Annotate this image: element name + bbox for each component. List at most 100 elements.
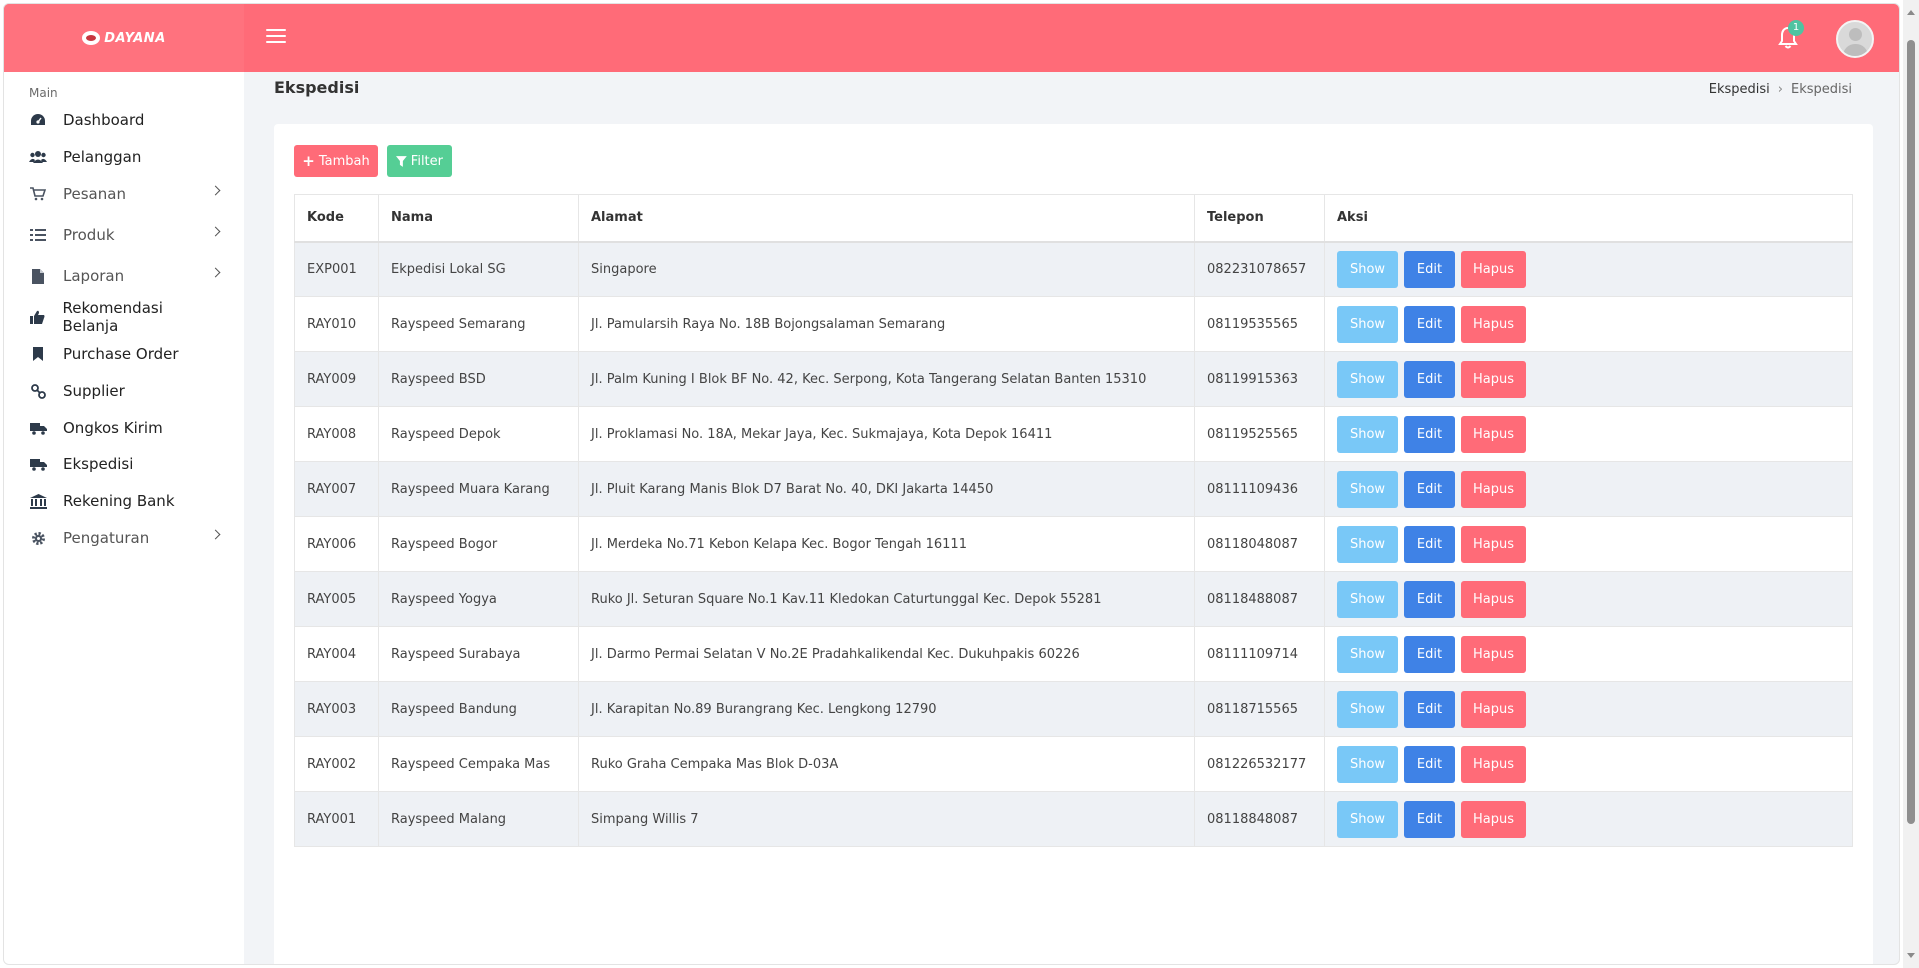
row-actions: Show Edit Hapus <box>1337 800 1840 838</box>
sidebar-item-laporan[interactable]: Laporan <box>29 262 221 290</box>
delete-button[interactable]: Hapus <box>1461 360 1526 398</box>
breadcrumb-separator-icon: › <box>1777 82 1783 97</box>
sidebar-item-ekspedisi[interactable]: Ekspedisi <box>29 450 219 478</box>
cell-alamat: Simpang Willis 7 <box>578 791 1195 847</box>
cell-alamat: Jl. Darmo Permai Selatan V No.2E Pradahk… <box>578 626 1195 682</box>
sidebar-item-supplier[interactable]: Supplier <box>29 377 219 405</box>
logo-area[interactable]: DAYANA <box>4 4 244 72</box>
edit-button[interactable]: Edit <box>1404 525 1455 563</box>
cell-telepon: 08119525565 <box>1194 406 1325 462</box>
page-scrollbar[interactable] <box>1903 0 1919 968</box>
user-avatar[interactable] <box>1836 20 1874 58</box>
sidebar: Main Dashboard Pelanggan Pesanan Produk … <box>4 72 244 964</box>
show-button[interactable]: Show <box>1337 360 1398 398</box>
chevron-right-icon <box>210 267 221 278</box>
table-row: RAY001 Rayspeed Malang Simpang Willis 7 081… <box>294 791 1853 847</box>
sidebar-item-label: Laporan <box>63 267 125 285</box>
cell-nama: Ekpedisi Lokal SG <box>378 241 579 297</box>
table-row: RAY008 Rayspeed Depok Jl. Proklamasi No. 1… <box>294 406 1853 462</box>
delete-button[interactable]: Hapus <box>1461 470 1526 508</box>
cell-kode: RAY002 <box>294 736 379 792</box>
sidebar-item-rekening-bank[interactable]: Rekening Bank <box>29 487 219 515</box>
show-button[interactable]: Show <box>1337 800 1398 838</box>
cell-kode: EXP001 <box>294 241 379 297</box>
edit-button[interactable]: Edit <box>1404 745 1455 783</box>
cell-kode: RAY009 <box>294 351 379 407</box>
edit-button[interactable]: Edit <box>1404 250 1455 288</box>
show-button[interactable]: Show <box>1337 250 1398 288</box>
users-icon <box>29 149 47 165</box>
sidebar-item-label: Supplier <box>63 382 125 400</box>
cell-nama: Rayspeed Depok <box>378 406 579 462</box>
brand-logo[interactable]: DAYANA <box>82 31 166 46</box>
sidebar-item-produk[interactable]: Produk <box>29 221 221 249</box>
column-header-telepon[interactable]: Telepon <box>1194 194 1325 243</box>
edit-button[interactable]: Edit <box>1404 635 1455 673</box>
column-header-alamat[interactable]: Alamat <box>578 194 1195 243</box>
show-button[interactable]: Show <box>1337 470 1398 508</box>
row-actions: Show Edit Hapus <box>1337 360 1840 398</box>
delete-button[interactable]: Hapus <box>1461 250 1526 288</box>
funnel-icon <box>396 155 407 167</box>
link-icon <box>29 383 47 399</box>
delete-button[interactable]: Hapus <box>1461 415 1526 453</box>
edit-button[interactable]: Edit <box>1404 800 1455 838</box>
show-button[interactable]: Show <box>1337 690 1398 728</box>
edit-button[interactable]: Edit <box>1404 415 1455 453</box>
cell-kode: RAY007 <box>294 461 379 517</box>
edit-button[interactable]: Edit <box>1404 305 1455 343</box>
show-button[interactable]: Show <box>1337 745 1398 783</box>
menu-toggle-icon[interactable] <box>266 29 286 45</box>
scroll-up-arrow-icon[interactable] <box>1907 10 1915 15</box>
show-button[interactable]: Show <box>1337 580 1398 618</box>
sidebar-item-ongkos-kirim[interactable]: Ongkos Kirim <box>29 414 219 442</box>
column-header-kode[interactable]: Kode <box>294 194 379 243</box>
sidebar-item-pelanggan[interactable]: Pelanggan <box>29 143 219 171</box>
table-row: RAY005 Rayspeed Yogya Ruko Jl. Seturan Squ… <box>294 571 1853 627</box>
table-row: RAY003 Rayspeed Bandung Jl. Karapitan No.8… <box>294 681 1853 737</box>
cell-nama: Rayspeed Cempaka Mas <box>378 736 579 792</box>
scroll-down-arrow-icon[interactable] <box>1907 953 1915 958</box>
delete-button[interactable]: Hapus <box>1461 690 1526 728</box>
delete-button[interactable]: Hapus <box>1461 525 1526 563</box>
delete-button[interactable]: Hapus <box>1461 305 1526 343</box>
column-header-nama[interactable]: Nama <box>378 194 579 243</box>
notification-badge: 1 <box>1788 20 1804 36</box>
edit-button[interactable]: Edit <box>1404 690 1455 728</box>
sidebar-item-label: Pengaturan <box>63 529 150 547</box>
sidebar-item-purchase-order[interactable]: Purchase Order <box>29 340 219 368</box>
delete-button[interactable]: Hapus <box>1461 635 1526 673</box>
sidebar-item-pesanan[interactable]: Pesanan <box>29 180 221 208</box>
scrollbar-thumb[interactable] <box>1907 40 1915 824</box>
edit-button[interactable]: Edit <box>1404 360 1455 398</box>
cell-telepon: 08118715565 <box>1194 681 1325 737</box>
table-row: RAY006 Rayspeed Bogor Jl. Merdeka No.71 Ke… <box>294 516 1853 572</box>
truck-icon <box>29 456 47 472</box>
add-button[interactable]: + Tambah <box>294 145 378 177</box>
cell-telepon: 082231078657 <box>1194 241 1325 297</box>
row-actions: Show Edit Hapus <box>1337 635 1840 673</box>
delete-button[interactable]: Hapus <box>1461 580 1526 618</box>
row-actions: Show Edit Hapus <box>1337 580 1840 618</box>
cell-aksi: Show Edit Hapus <box>1324 681 1853 737</box>
sidebar-item-rekomendasi-belanja[interactable]: Rekomendasi Belanja <box>29 299 219 335</box>
cell-aksi: Show Edit Hapus <box>1324 571 1853 627</box>
show-button[interactable]: Show <box>1337 635 1398 673</box>
sidebar-item-pengaturan[interactable]: Pengaturan <box>29 524 221 552</box>
delete-button[interactable]: Hapus <box>1461 745 1526 783</box>
row-actions: Show Edit Hapus <box>1337 305 1840 343</box>
sidebar-item-dashboard[interactable]: Dashboard <box>29 106 219 134</box>
edit-button[interactable]: Edit <box>1404 470 1455 508</box>
filter-button[interactable]: Filter <box>387 145 452 177</box>
show-button[interactable]: Show <box>1337 525 1398 563</box>
sidebar-item-label: Rekening Bank <box>63 492 175 510</box>
plus-icon: + <box>302 151 315 170</box>
sidebar-item-label: Ekspedisi <box>63 455 134 473</box>
show-button[interactable]: Show <box>1337 415 1398 453</box>
cell-telepon: 08118048087 <box>1194 516 1325 572</box>
show-button[interactable]: Show <box>1337 305 1398 343</box>
delete-button[interactable]: Hapus <box>1461 800 1526 838</box>
breadcrumb-link[interactable]: Ekspedisi <box>1709 82 1770 97</box>
edit-button[interactable]: Edit <box>1404 580 1455 618</box>
cell-nama: Rayspeed Yogya <box>378 571 579 627</box>
